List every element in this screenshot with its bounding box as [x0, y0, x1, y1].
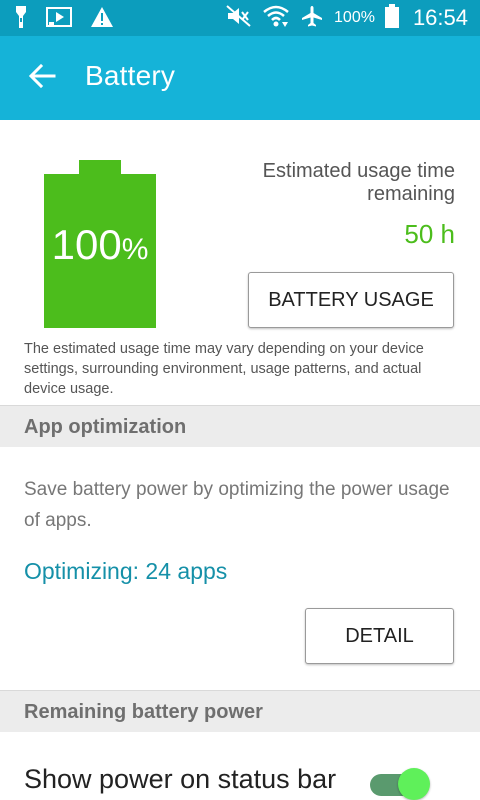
battery-percent: 100%	[44, 222, 156, 273]
battery-percent-number: 100	[51, 221, 122, 268]
wifi-icon	[262, 4, 290, 33]
airplane-icon	[300, 4, 324, 33]
battery-level-graphic: 100%	[44, 160, 156, 328]
status-bar-notifications	[14, 5, 114, 34]
section-header-app-optimization: App optimization	[0, 405, 480, 447]
back-button[interactable]	[24, 62, 60, 94]
torch-icon	[14, 5, 28, 34]
detail-button[interactable]: DETAIL	[305, 608, 454, 664]
media-play-icon	[46, 6, 72, 33]
status-bar: 100% 16:54	[0, 0, 480, 36]
page-title: Battery	[85, 60, 176, 91]
app-optimization-description: Save battery power by optimizing the pow…	[24, 479, 450, 531]
show-power-on-status-bar-label[interactable]: Show power on status bar	[24, 764, 336, 795]
battery-usage-button[interactable]: BATTERY USAGE	[248, 272, 454, 328]
battery-percent-sign: %	[121, 233, 149, 266]
app-bar: Battery	[0, 36, 480, 120]
battery-percent-text: 100%	[334, 9, 375, 26]
status-bar-system: 100% 16:54	[226, 0, 468, 36]
clock: 16:54	[412, 5, 468, 30]
estimate-disclaimer: The estimated usage time may vary depend…	[24, 341, 424, 397]
show-power-toggle[interactable]	[370, 768, 430, 800]
estimated-time-label: Estimated usage time remaining	[262, 160, 455, 205]
battery-icon	[384, 3, 399, 33]
optimization-status: Optimizing: 24 apps	[24, 558, 228, 584]
estimated-time-value: 50 h	[404, 219, 455, 249]
back-arrow-icon	[28, 63, 56, 94]
mute-icon	[226, 4, 252, 32]
toggle-thumb	[398, 768, 430, 800]
section-header-remaining-power: Remaining battery power	[0, 690, 480, 732]
warning-icon	[90, 6, 114, 33]
battery-terminal	[79, 160, 121, 174]
